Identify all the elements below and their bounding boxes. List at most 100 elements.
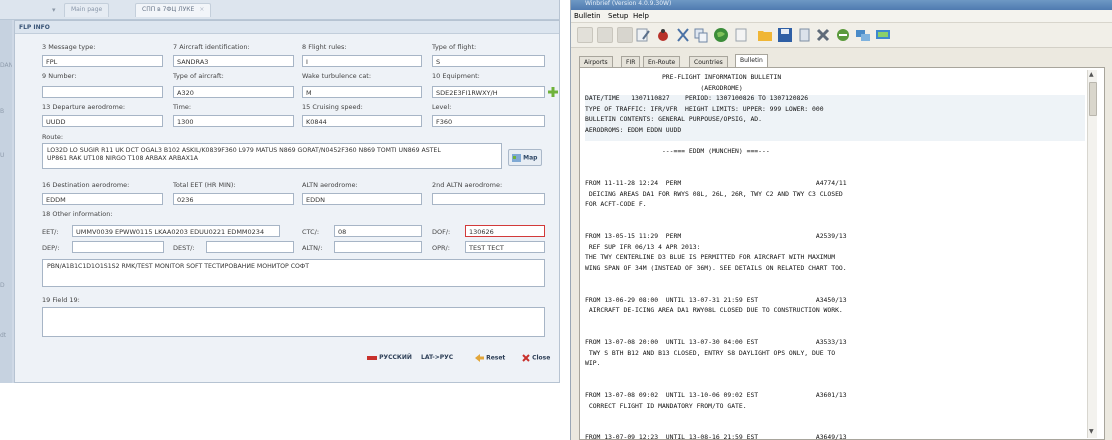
- departure-input[interactable]: UUDD: [42, 115, 163, 127]
- bulletin-line: FROM 13-07-09 12:23 UNTIL 13-08-16 21:59…: [585, 433, 847, 440]
- menu-bar: Bulletin Setup Help: [571, 10, 1112, 23]
- field19-textarea[interactable]: [42, 307, 545, 337]
- opr-label: OPR/:: [432, 244, 450, 252]
- globe-icon[interactable]: [713, 27, 729, 43]
- copy-icon[interactable]: [693, 27, 709, 43]
- number-label: 9 Number:: [42, 72, 77, 80]
- number-input[interactable]: [42, 86, 163, 98]
- lat-rus-button[interactable]: LAT->РУС: [418, 351, 456, 365]
- new-doc-icon[interactable]: [577, 27, 593, 43]
- bug-icon[interactable]: [655, 27, 671, 43]
- level-label: Level:: [432, 103, 452, 111]
- add-equipment-icon[interactable]: [548, 87, 558, 97]
- menu-help[interactable]: Help: [633, 12, 649, 20]
- sync-icon[interactable]: [835, 27, 851, 43]
- altn-aerodrome-input[interactable]: EDDN: [302, 193, 422, 205]
- eet-input[interactable]: UMMV0039 EPWW0115 LKAA0203 EDUU0221 EDMM…: [72, 225, 280, 237]
- delete-icon[interactable]: [815, 27, 831, 43]
- close-icon[interactable]: ×: [199, 6, 204, 13]
- reset-button[interactable]: Reset: [472, 351, 508, 365]
- other-info-textarea[interactable]: PBN/A1B1C1D1O1S1S2 RMK/TEST MONITOR SOFT…: [42, 259, 545, 287]
- message-type-input[interactable]: FPL: [42, 55, 163, 67]
- equipment-label: 10 Equipment:: [432, 72, 480, 80]
- bulletin-line: FROM 13-05-15 11:29 PERM A2539/13: [585, 232, 847, 240]
- sidebar-label: B: [0, 108, 5, 115]
- save-disabled-icon[interactable]: [597, 27, 613, 43]
- scroll-thumb[interactable]: [1089, 82, 1097, 116]
- tab-flp[interactable]: СПП в 7ФЦ ЛУКЕ ×: [135, 3, 212, 17]
- wake-turbulence-input[interactable]: M: [302, 86, 422, 98]
- russian-button[interactable]: РУССКИЙ: [364, 351, 415, 365]
- second-altn-input[interactable]: [432, 193, 545, 205]
- dest-input[interactable]: [206, 241, 294, 253]
- network-icon[interactable]: [855, 27, 871, 43]
- second-altn-label: 2nd ALTN aerodrome:: [432, 181, 503, 189]
- bulletin-line: BULLETIN CONTENTS: GENERAL PURPOUSE/OPSI…: [585, 115, 762, 124]
- dof-input[interactable]: 130626: [465, 225, 545, 237]
- bulletin-line: REF SUP IFR 06/13 4 APR 2013:: [585, 242, 701, 251]
- aircraft-id-input[interactable]: SANDRA3: [173, 55, 294, 67]
- bulletin-line: FROM 13-07-08 20:00 UNTIL 13-07-30 04:00…: [585, 338, 847, 346]
- type-of-flight-input[interactable]: S: [432, 55, 545, 67]
- time-input[interactable]: 1300: [173, 115, 294, 127]
- vertical-scrollbar[interactable]: ▲ ▼: [1087, 70, 1097, 438]
- total-eet-input[interactable]: 0236: [173, 193, 294, 205]
- winbrief-window: Winbrief (Version 4.0.9.30W) Bulletin Se…: [570, 0, 1112, 440]
- sidebar-label: D: [0, 282, 5, 289]
- equipment-input[interactable]: SDE2E3FI1RWXY/H: [432, 86, 545, 98]
- map-button[interactable]: Map: [508, 149, 542, 166]
- bulletin-line: AERODROMS: EDDM EDDN UUDD: [585, 126, 682, 134]
- scroll-up-icon[interactable]: ▲: [1089, 71, 1094, 78]
- sidebar-label: dt: [0, 332, 7, 339]
- type-of-aircraft-input[interactable]: A320: [173, 86, 294, 98]
- save-icon[interactable]: [777, 27, 793, 43]
- bulletin-line: WING SPAN OF 34M (INSTEAD OF 36M). SEE D…: [585, 263, 847, 272]
- scroll-down-icon[interactable]: ▼: [1089, 428, 1094, 435]
- display-icon[interactable]: [875, 27, 891, 43]
- destination-input[interactable]: EDDM: [42, 193, 163, 205]
- document-tabstrip: ▾ Main page СПП в 7ФЦ ЛУКЕ ×: [0, 0, 559, 20]
- route-textarea[interactable]: LO32D LO SUGIR R11 UK DCT OGAL3 B102 ASK…: [42, 143, 502, 169]
- reset-button-label: Reset: [486, 354, 506, 362]
- other-info-label: 18 Other information:: [42, 210, 113, 218]
- russian-button-label: РУССКИЙ: [379, 354, 412, 361]
- flight-rules-input[interactable]: I: [302, 55, 422, 67]
- tab-main-page[interactable]: Main page: [64, 3, 110, 17]
- dep-input[interactable]: [72, 241, 164, 253]
- menu-setup[interactable]: Setup: [608, 12, 628, 20]
- eet-label: EET/:: [42, 228, 59, 236]
- cut-icon[interactable]: [675, 27, 691, 43]
- edit-icon[interactable]: [635, 27, 651, 43]
- ctc-input[interactable]: 08: [334, 225, 422, 237]
- close-button[interactable]: Close: [519, 351, 553, 365]
- bulletin-line: THE TWY CENTERLINE D3 BLUE IS PERMITTED …: [585, 253, 836, 262]
- altn-slash-label: ALTN/:: [302, 244, 323, 252]
- flp-form-window: ▾ Main page СПП в 7ФЦ ЛУКЕ × DANI B U D d…: [0, 0, 560, 383]
- close-icon: [522, 354, 530, 362]
- print-disabled-icon[interactable]: [617, 27, 633, 43]
- bulletin-line: ---=== EDDM (MUNCHEN) ===---: [585, 147, 770, 156]
- opr-input[interactable]: TEST TECT: [465, 241, 545, 253]
- left-sidebar: DANI B U D dt: [0, 20, 12, 383]
- bulletin-line: FOR ACFT-CODE F.: [585, 200, 647, 209]
- bulletin-line: PRE-FLIGHT INFORMATION BULLETIN: [585, 73, 782, 81]
- map-button-label: Map: [523, 154, 538, 162]
- open-folder-icon[interactable]: [757, 27, 773, 43]
- sidebar-label: DANI: [0, 62, 12, 69]
- cruising-speed-input[interactable]: K0844: [302, 115, 422, 127]
- menu-bulletin[interactable]: Bulletin: [574, 12, 601, 20]
- tab-scroll-icon[interactable]: ▾: [52, 6, 60, 14]
- window-titlebar: Winbrief (Version 4.0.9.30W): [571, 0, 1112, 10]
- bulletin-line: TWY S BTH B12 AND B13 CLOSED, ENTRY S8 D…: [585, 348, 836, 357]
- altn-slash-input[interactable]: [334, 241, 422, 253]
- copy-doc-icon[interactable]: [797, 27, 813, 43]
- route-line: UP861 RAK UT108 NIRGO T108 ARBAX ARBAX1A: [47, 155, 199, 162]
- bulletin-line: (AERODROME): [585, 83, 743, 92]
- route-label: Route:: [42, 133, 64, 141]
- tab-bulletin[interactable]: Bulletin: [735, 54, 768, 68]
- level-input[interactable]: F360: [432, 115, 545, 127]
- type-of-flight-label: Type of flight:: [432, 43, 477, 51]
- time-label: Time:: [173, 103, 192, 111]
- bulletin-text[interactable]: PRE-FLIGHT INFORMATION BULLETIN (AERODRO…: [585, 69, 1085, 440]
- blank-doc-icon[interactable]: [733, 27, 749, 43]
